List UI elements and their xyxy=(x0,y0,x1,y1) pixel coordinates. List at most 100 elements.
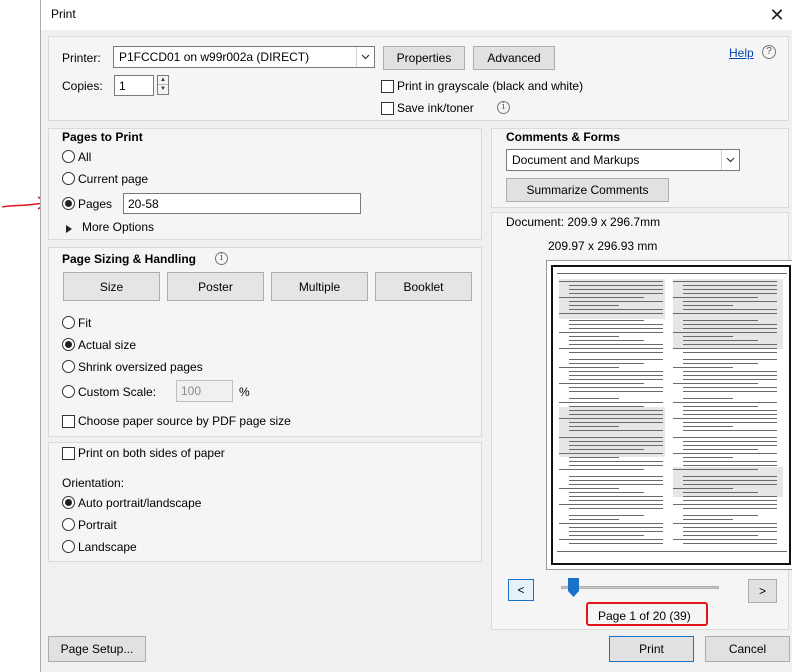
preview-text-line xyxy=(673,313,777,314)
preview-text-line xyxy=(559,297,644,298)
tab-size[interactable]: Size xyxy=(63,272,160,301)
preview-text-line xyxy=(569,336,619,337)
preview-text-line xyxy=(559,469,644,470)
preview-text-line xyxy=(559,453,663,454)
preview-text-line xyxy=(683,484,777,485)
preview-text-line xyxy=(673,453,777,454)
chevron-left-icon: < xyxy=(517,583,525,597)
properties-button[interactable]: Properties xyxy=(383,46,465,70)
current-page-label: Current page xyxy=(78,172,149,186)
help-icon[interactable]: ? xyxy=(762,45,776,59)
chevron-right-icon: > xyxy=(758,584,766,598)
all-pages-radio[interactable] xyxy=(62,150,75,163)
preview-text-line xyxy=(569,445,663,446)
preview-text-line xyxy=(683,476,777,477)
preview-text-line xyxy=(559,383,644,384)
summarize-comments-button[interactable]: Summarize Comments xyxy=(506,178,669,202)
page-indicator-annotation xyxy=(586,602,708,626)
preview-text-line xyxy=(673,418,777,419)
save-ink-checkbox[interactable] xyxy=(381,102,394,115)
preview-text-line xyxy=(683,309,777,310)
preview-text-line xyxy=(559,313,663,314)
preview-text-line xyxy=(673,332,777,333)
preview-text-line xyxy=(559,367,619,368)
preview-text-line xyxy=(569,387,663,388)
stepper-up-icon[interactable]: ▲ xyxy=(158,76,168,85)
preview-text-line xyxy=(683,426,733,427)
tab-booklet[interactable]: Booklet xyxy=(375,272,472,301)
paper-source-checkbox[interactable] xyxy=(62,415,75,428)
current-page-radio[interactable] xyxy=(62,172,75,185)
page-slider-thumb[interactable] xyxy=(568,578,580,597)
save-ink-label: Save ink/toner xyxy=(397,101,474,115)
preview-text-line xyxy=(683,387,777,388)
auto-orientation-radio[interactable] xyxy=(62,496,75,509)
info-icon[interactable]: i xyxy=(497,101,510,114)
page-setup-button[interactable]: Page Setup... xyxy=(48,636,146,662)
preview-text-line xyxy=(569,375,663,376)
preview-text-line xyxy=(683,289,777,290)
preview-text-line xyxy=(683,480,777,481)
preview-text-line xyxy=(683,285,777,286)
print-button[interactable]: Print xyxy=(609,636,694,662)
custom-scale-input[interactable]: 100 xyxy=(176,380,233,402)
preview-text-line xyxy=(559,504,663,505)
preview-text-line xyxy=(559,348,663,349)
info-icon[interactable]: i xyxy=(215,252,228,265)
both-sides-checkbox[interactable] xyxy=(62,447,75,460)
close-icon[interactable]: ✕ xyxy=(765,3,789,27)
landscape-radio[interactable] xyxy=(62,540,75,553)
preview-text-line xyxy=(683,441,777,442)
preview-text-line xyxy=(559,418,663,419)
preview-text-line xyxy=(673,504,777,505)
tab-poster[interactable]: Poster xyxy=(167,272,264,301)
preview-text-line xyxy=(683,344,777,345)
portrait-radio[interactable] xyxy=(62,518,75,531)
more-options-label[interactable]: More Options xyxy=(82,220,154,234)
preview-text-line xyxy=(683,293,777,294)
tab-multiple[interactable]: Multiple xyxy=(271,272,368,301)
copies-stepper[interactable]: ▲ ▼ xyxy=(157,75,169,95)
advanced-button[interactable]: Advanced xyxy=(473,46,555,70)
next-page-button[interactable]: > xyxy=(748,579,777,603)
page-slider-track[interactable] xyxy=(561,586,719,589)
previous-page-button[interactable]: < xyxy=(508,579,534,601)
cancel-button[interactable]: Cancel xyxy=(705,636,790,662)
preview-text-line xyxy=(569,422,663,423)
fit-radio[interactable] xyxy=(62,316,75,329)
pages-range-input[interactable]: 20-58 xyxy=(123,193,361,214)
grayscale-checkbox[interactable] xyxy=(381,80,394,93)
preview-text-line xyxy=(569,465,663,466)
help-link[interactable]: Help xyxy=(729,46,754,60)
copies-input[interactable]: 1 xyxy=(114,75,154,96)
preview-text-line xyxy=(569,293,663,294)
preview-text-line xyxy=(683,430,777,431)
stepper-down-icon[interactable]: ▼ xyxy=(158,85,168,94)
preview-text-line xyxy=(673,383,758,384)
actual-size-label: Actual size xyxy=(78,338,137,352)
shrink-radio[interactable] xyxy=(62,360,75,373)
preview-text-line xyxy=(683,379,777,380)
copies-label: Copies: xyxy=(62,79,103,93)
custom-scale-radio[interactable] xyxy=(62,385,75,398)
printer-select[interactable]: P1FCCD01 on w99r002a (DIRECT) xyxy=(113,46,375,68)
preview-text-line xyxy=(569,496,663,497)
pages-to-print-heading: Pages to Print xyxy=(62,130,143,144)
preview-text-line xyxy=(683,320,758,321)
comments-select[interactable]: Document and Markups xyxy=(506,149,740,171)
pages-radio[interactable] xyxy=(62,197,75,210)
actual-size-radio[interactable] xyxy=(62,338,75,351)
printer-select-value: P1FCCD01 on w99r002a (DIRECT) xyxy=(119,50,310,64)
preview-text-line xyxy=(683,461,777,462)
preview-text-line xyxy=(569,352,663,353)
preview-text-line xyxy=(569,379,663,380)
preview-text-line xyxy=(559,402,663,403)
grayscale-label: Print in grayscale (black and white) xyxy=(397,79,584,93)
preview-text-line xyxy=(569,359,663,360)
preview-text-line xyxy=(673,469,758,470)
expand-triangle-icon[interactable] xyxy=(66,222,72,236)
preview-text-line xyxy=(683,515,758,516)
document-size: Document: 209.9 x 296.7mm xyxy=(506,215,661,229)
preview-text-line xyxy=(569,320,644,321)
preview-text-line xyxy=(683,465,777,466)
